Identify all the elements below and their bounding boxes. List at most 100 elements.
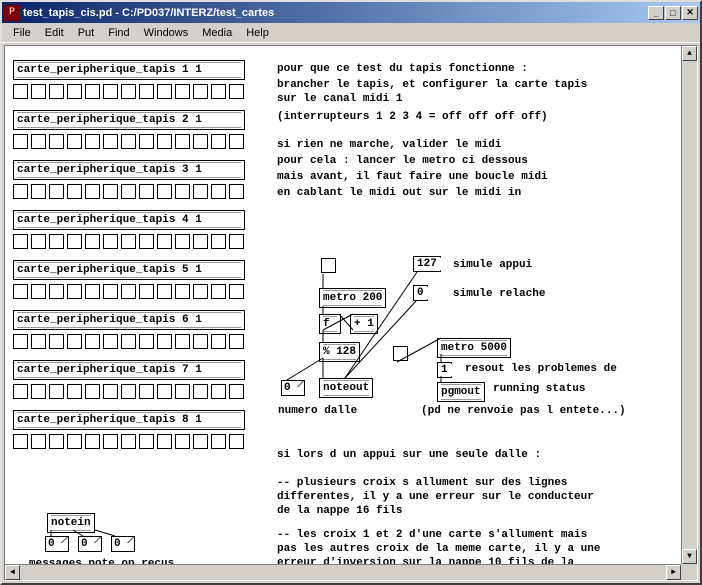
toggle-5-6[interactable] xyxy=(103,284,118,299)
toggle-3-12[interactable] xyxy=(211,184,226,199)
toggle-5-2[interactable] xyxy=(31,284,46,299)
scrollbar-vertical[interactable]: ▲ ▼ xyxy=(681,46,697,564)
menu-file[interactable]: File xyxy=(6,25,38,41)
toggle-6-3[interactable] xyxy=(49,334,64,349)
toggle-4-11[interactable] xyxy=(193,234,208,249)
toggle-5-13[interactable] xyxy=(229,284,244,299)
menu-windows[interactable]: Windows xyxy=(137,25,196,41)
numbox-notein-1[interactable]: 0 xyxy=(78,536,102,552)
toggle-2-2[interactable] xyxy=(31,134,46,149)
toggle-3-7[interactable] xyxy=(121,184,136,199)
toggle-3-1[interactable] xyxy=(13,184,28,199)
toggle-7-9[interactable] xyxy=(157,384,172,399)
toggle-7-1[interactable] xyxy=(13,384,28,399)
obj-carte-5[interactable]: carte_peripherique_tapis 5 1 xyxy=(13,260,245,280)
obj-carte-4[interactable]: carte_peripherique_tapis 4 1 xyxy=(13,210,245,230)
toggle-4-10[interactable] xyxy=(175,234,190,249)
toggle-6-6[interactable] xyxy=(103,334,118,349)
toggle-1-8[interactable] xyxy=(139,84,154,99)
obj-metro200[interactable]: metro 200 xyxy=(319,288,386,308)
msg-127[interactable]: 127 xyxy=(413,256,441,272)
toggle-8-10[interactable] xyxy=(175,434,190,449)
toggle-2-8[interactable] xyxy=(139,134,154,149)
toggle-4-3[interactable] xyxy=(49,234,64,249)
toggle-4-12[interactable] xyxy=(211,234,226,249)
toggle-1-7[interactable] xyxy=(121,84,136,99)
toggle-8-13[interactable] xyxy=(229,434,244,449)
obj-metro5000[interactable]: metro 5000 xyxy=(437,338,511,358)
toggle-6-5[interactable] xyxy=(85,334,100,349)
scroll-right-icon[interactable]: ► xyxy=(666,565,681,580)
obj-notein[interactable]: notein xyxy=(47,513,95,533)
toggle-6-8[interactable] xyxy=(139,334,154,349)
toggle-2-11[interactable] xyxy=(193,134,208,149)
toggle-2-9[interactable] xyxy=(157,134,172,149)
msg-0[interactable]: 0 xyxy=(413,285,428,301)
toggle-3-8[interactable] xyxy=(139,184,154,199)
toggle-2-12[interactable] xyxy=(211,134,226,149)
toggle-3-9[interactable] xyxy=(157,184,172,199)
toggle-2-13[interactable] xyxy=(229,134,244,149)
toggle-3-6[interactable] xyxy=(103,184,118,199)
toggle-5-3[interactable] xyxy=(49,284,64,299)
toggle-2-7[interactable] xyxy=(121,134,136,149)
toggle-2-6[interactable] xyxy=(103,134,118,149)
numbox-notein-2[interactable]: 0 xyxy=(111,536,135,552)
toggle-4-4[interactable] xyxy=(67,234,82,249)
canvas-area[interactable]: carte_peripherique_tapis 1 1carte_periph… xyxy=(4,45,698,581)
toggle-5-4[interactable] xyxy=(67,284,82,299)
toggle-6-11[interactable] xyxy=(193,334,208,349)
toggle-7-10[interactable] xyxy=(175,384,190,399)
toggle-1-6[interactable] xyxy=(103,84,118,99)
toggle-5-7[interactable] xyxy=(121,284,136,299)
toggle-7-6[interactable] xyxy=(103,384,118,399)
toggle-4-2[interactable] xyxy=(31,234,46,249)
toggle-8-2[interactable] xyxy=(31,434,46,449)
toggle-5-1[interactable] xyxy=(13,284,28,299)
toggle-7-7[interactable] xyxy=(121,384,136,399)
maximize-button[interactable]: □ xyxy=(665,6,681,20)
toggle-6-13[interactable] xyxy=(229,334,244,349)
toggle-1-3[interactable] xyxy=(49,84,64,99)
scroll-up-icon[interactable]: ▲ xyxy=(682,46,697,61)
toggle-8-5[interactable] xyxy=(85,434,100,449)
toggle-8-8[interactable] xyxy=(139,434,154,449)
toggle-1-10[interactable] xyxy=(175,84,190,99)
toggle-1-5[interactable] xyxy=(85,84,100,99)
toggle-4-9[interactable] xyxy=(157,234,172,249)
toggle-8-3[interactable] xyxy=(49,434,64,449)
obj-pgmout[interactable]: pgmout xyxy=(437,382,485,402)
toggle-3-10[interactable] xyxy=(175,184,190,199)
toggle-4-6[interactable] xyxy=(103,234,118,249)
toggle-5-5[interactable] xyxy=(85,284,100,299)
toggle-7-3[interactable] xyxy=(49,384,64,399)
toggle-4-5[interactable] xyxy=(85,234,100,249)
toggle-5-9[interactable] xyxy=(157,284,172,299)
toggle-6-9[interactable] xyxy=(157,334,172,349)
obj-carte-2[interactable]: carte_peripherique_tapis 2 1 xyxy=(13,110,245,130)
toggle-5-12[interactable] xyxy=(211,284,226,299)
obj-noteout[interactable]: noteout xyxy=(319,378,373,398)
toggle-6-2[interactable] xyxy=(31,334,46,349)
minimize-button[interactable]: _ xyxy=(648,6,664,20)
toggle-5-8[interactable] xyxy=(139,284,154,299)
toggle-3-13[interactable] xyxy=(229,184,244,199)
scroll-down-icon[interactable]: ▼ xyxy=(682,549,697,564)
toggle-4-13[interactable] xyxy=(229,234,244,249)
scrollbar-horizontal[interactable]: ◄ ► xyxy=(5,564,681,580)
toggle-6-7[interactable] xyxy=(121,334,136,349)
toggle-1-12[interactable] xyxy=(211,84,226,99)
toggle-4-7[interactable] xyxy=(121,234,136,249)
scroll-left-icon[interactable]: ◄ xyxy=(5,565,20,580)
numbox-dalle[interactable]: 0 xyxy=(281,380,305,396)
menu-edit[interactable]: Edit xyxy=(38,25,71,41)
menu-put[interactable]: Put xyxy=(71,25,102,41)
close-button[interactable]: ✕ xyxy=(682,6,698,20)
toggle-6-4[interactable] xyxy=(67,334,82,349)
toggle-3-11[interactable] xyxy=(193,184,208,199)
toggle-8-11[interactable] xyxy=(193,434,208,449)
toggle-7-11[interactable] xyxy=(193,384,208,399)
toggle-4-8[interactable] xyxy=(139,234,154,249)
toggle-8-4[interactable] xyxy=(67,434,82,449)
toggle-6-1[interactable] xyxy=(13,334,28,349)
